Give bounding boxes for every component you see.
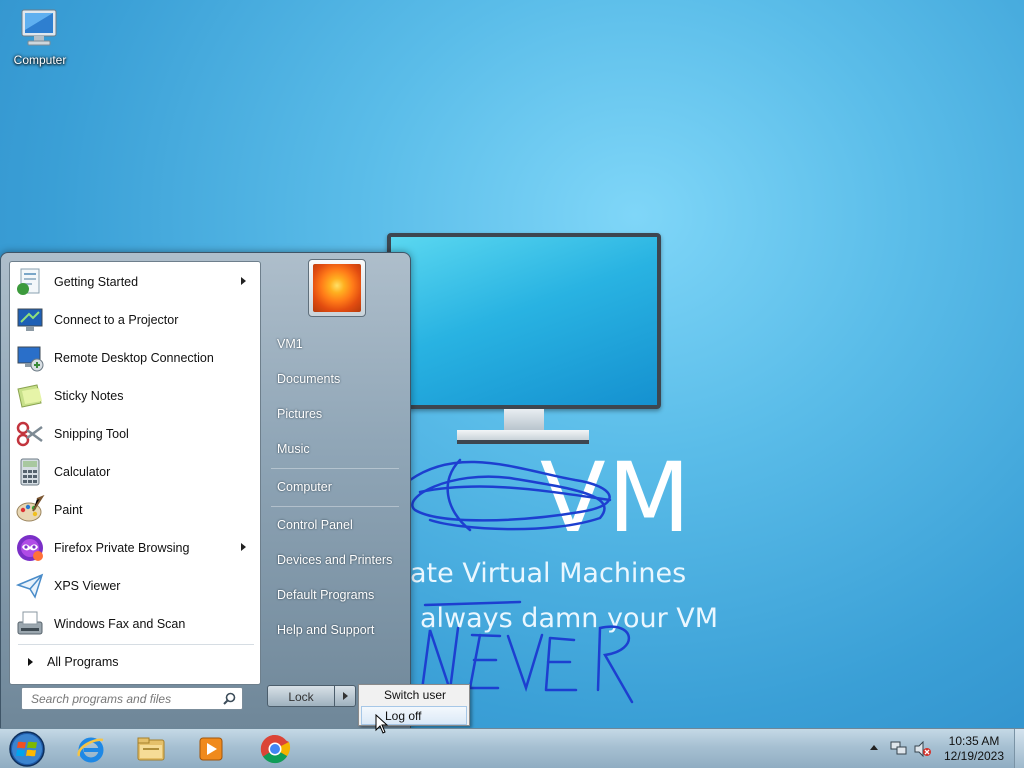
xps-viewer-icon bbox=[14, 570, 46, 602]
program-label: Paint bbox=[54, 503, 83, 517]
chrome-icon bbox=[260, 734, 291, 764]
program-label: Connect to a Projector bbox=[54, 313, 179, 327]
right-item-computer[interactable]: Computer bbox=[267, 472, 403, 502]
user-picture[interactable] bbox=[308, 259, 366, 317]
program-item-snipping-tool[interactable]: Snipping Tool bbox=[12, 416, 258, 452]
wallpaper-monitor bbox=[387, 233, 661, 409]
right-item-devices-printers[interactable]: Devices and Printers bbox=[267, 545, 403, 575]
program-item-windows-fax-scan[interactable]: Windows Fax and Scan bbox=[12, 606, 258, 642]
desktop-icon-label: Computer bbox=[13, 53, 67, 67]
wallpaper-monitor-neck bbox=[504, 409, 544, 431]
right-separator bbox=[271, 468, 399, 469]
right-item-default-programs[interactable]: Default Programs bbox=[267, 580, 403, 610]
volume-muted-icon[interactable] bbox=[914, 741, 932, 757]
right-item-control-panel[interactable]: Control Panel bbox=[267, 510, 403, 540]
wallpaper-tagline: ate Virtual Machines bbox=[410, 558, 687, 589]
start-menu: Getting Started Connect to a Projector R… bbox=[0, 252, 411, 730]
submenu-arrow-icon bbox=[241, 277, 246, 285]
shutdown-options-button[interactable] bbox=[334, 685, 356, 707]
show-hidden-icons-button[interactable] bbox=[870, 745, 878, 750]
switch-user-item[interactable]: Switch user bbox=[361, 686, 467, 705]
program-label: Remote Desktop Connection bbox=[54, 351, 214, 365]
programs-separator bbox=[18, 644, 254, 645]
program-item-connect-to-projector[interactable]: Connect to a Projector bbox=[12, 302, 258, 338]
wallpaper-tagline-2: always damn your VM bbox=[420, 603, 719, 634]
program-label: Firefox Private Browsing bbox=[54, 541, 190, 555]
all-programs-label: All Programs bbox=[47, 655, 119, 669]
show-desktop-button[interactable] bbox=[1014, 729, 1024, 768]
taskbar: 10:35 AM 12/19/2023 bbox=[0, 728, 1024, 768]
right-item-music[interactable]: Music bbox=[267, 434, 403, 464]
right-item-pictures[interactable]: Pictures bbox=[267, 399, 403, 429]
getting-started-icon bbox=[14, 266, 46, 298]
program-item-getting-started[interactable]: Getting Started bbox=[12, 264, 258, 300]
paint-palette-icon bbox=[14, 494, 46, 526]
lock-button[interactable]: Lock bbox=[267, 685, 335, 707]
program-label: Calculator bbox=[54, 465, 111, 479]
mouse-cursor-icon bbox=[375, 714, 389, 734]
fax-icon bbox=[14, 608, 46, 640]
wallpaper-brand: VM bbox=[540, 442, 693, 554]
all-programs-button[interactable]: All Programs bbox=[18, 648, 254, 676]
projector-icon bbox=[14, 304, 46, 336]
network-icon[interactable] bbox=[890, 741, 908, 757]
media-player-icon bbox=[199, 737, 223, 761]
program-item-remote-desktop[interactable]: Remote Desktop Connection bbox=[12, 340, 258, 376]
program-label: Sticky Notes bbox=[54, 389, 124, 403]
program-item-paint[interactable]: Paint bbox=[12, 492, 258, 528]
right-item-documents[interactable]: Documents bbox=[267, 364, 403, 394]
flower-avatar-icon bbox=[313, 264, 361, 312]
sticky-notes-icon bbox=[14, 380, 46, 412]
internet-explorer-icon bbox=[77, 737, 104, 763]
system-clock[interactable]: 10:35 AM 12/19/2023 bbox=[935, 734, 1013, 764]
file-explorer-icon bbox=[137, 737, 165, 761]
program-label: Snipping Tool bbox=[54, 427, 129, 441]
submenu-arrow-icon bbox=[241, 543, 246, 551]
firefox-private-icon bbox=[14, 532, 46, 564]
right-separator bbox=[271, 506, 399, 507]
clock-date: 12/19/2023 bbox=[943, 749, 1005, 763]
scissors-icon bbox=[14, 418, 46, 450]
program-item-xps-viewer[interactable]: XPS Viewer bbox=[12, 568, 258, 604]
desktop-icon-computer[interactable]: Computer bbox=[8, 8, 72, 67]
program-label: XPS Viewer bbox=[54, 579, 121, 593]
search-icon bbox=[223, 692, 236, 705]
taskbar-internet-explorer[interactable] bbox=[66, 732, 116, 766]
right-item-vm1[interactable]: VM1 bbox=[267, 329, 403, 359]
program-item-sticky-notes[interactable]: Sticky Notes bbox=[12, 378, 258, 414]
clock-time: 10:35 AM bbox=[948, 734, 1000, 748]
remote-desktop-icon bbox=[14, 342, 46, 374]
calculator-icon bbox=[14, 456, 46, 488]
program-label: Windows Fax and Scan bbox=[54, 617, 186, 631]
right-item-help-support[interactable]: Help and Support bbox=[267, 615, 403, 645]
program-item-firefox-private[interactable]: Firefox Private Browsing bbox=[12, 530, 258, 566]
taskbar-chrome[interactable] bbox=[250, 732, 300, 766]
taskbar-file-explorer[interactable] bbox=[126, 732, 176, 766]
windows-orb-icon bbox=[9, 731, 45, 767]
start-menu-programs-pane: Getting Started Connect to a Projector R… bbox=[9, 261, 261, 685]
program-item-calculator[interactable]: Calculator bbox=[12, 454, 258, 490]
all-programs-arrow-icon bbox=[28, 658, 33, 666]
chevron-right-icon bbox=[343, 692, 348, 700]
computer-icon bbox=[21, 9, 57, 46]
search-placeholder: Search programs and files bbox=[31, 692, 172, 706]
search-input[interactable]: Search programs and files bbox=[21, 687, 243, 710]
start-button[interactable] bbox=[6, 729, 48, 768]
program-label: Getting Started bbox=[54, 275, 139, 289]
taskbar-media-player[interactable] bbox=[186, 732, 236, 766]
